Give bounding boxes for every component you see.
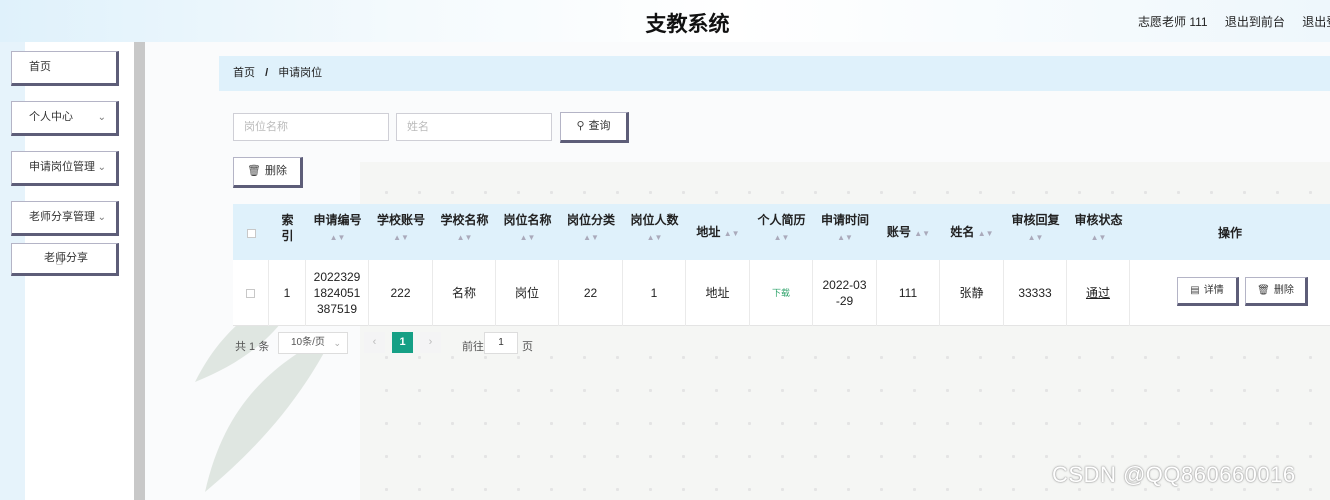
page-number-button[interactable]: 1 bbox=[392, 332, 413, 353]
review-status-link[interactable]: 通过 bbox=[1086, 285, 1110, 301]
resume-download-link[interactable]: 下载 bbox=[772, 285, 790, 301]
col-apply-time[interactable]: 申请时间 ▲▼ bbox=[813, 204, 877, 260]
top-header: 支教系统 志愿老师 111 退出到前台 退出登 bbox=[0, 0, 1330, 42]
cell-review-status: 通过 bbox=[1067, 260, 1130, 326]
watermark: CSDN @QQ860660016 bbox=[1052, 462, 1296, 487]
sort-icon[interactable]: ▲▼ bbox=[433, 230, 496, 246]
col-post-category[interactable]: 岗位分类 ▲▼ bbox=[559, 204, 623, 260]
name-search-input[interactable]: 姓名 bbox=[396, 113, 552, 141]
table-row: 1 20223291824051387519 222 名称 岗位 22 1 地址… bbox=[233, 260, 1330, 326]
row-checkbox[interactable] bbox=[233, 260, 269, 326]
trash-icon: 🗑 bbox=[247, 165, 261, 177]
cell-post-name: 岗位 bbox=[496, 260, 559, 326]
goto-label: 前往 bbox=[462, 341, 484, 353]
col-school-account[interactable]: 学校账号 ▲▼ bbox=[369, 204, 433, 260]
sort-icon[interactable]: ▲▼ bbox=[750, 230, 813, 246]
cell-resume: 下载 bbox=[750, 260, 813, 326]
col-index: 索引 bbox=[281, 213, 294, 243]
breadcrumb-separator: / bbox=[265, 67, 269, 79]
detail-button[interactable]: ▤ 详情 bbox=[1177, 277, 1239, 306]
table-header: 索引 申请编号 ▲▼ 学校账号 ▲▼ 学校名称 ▲▼ 岗位名称 ▲▼ 岗位分类 ▲▼ 岗位… bbox=[233, 204, 1330, 260]
breadcrumb: 首页 / 申请岗位 bbox=[219, 56, 1330, 91]
breadcrumb-current: 申请岗位 bbox=[278, 67, 323, 79]
sort-icon[interactable]: ▲▼ bbox=[496, 230, 559, 246]
app-title: 支教系统 bbox=[645, 12, 730, 36]
sidebar-item-home[interactable]: 首页 bbox=[11, 51, 119, 86]
cell-index: 1 bbox=[269, 260, 306, 326]
mouse-cursor-icon: ☞ bbox=[55, 253, 68, 269]
trash-icon: 🗑 bbox=[1257, 285, 1270, 296]
chevron-down-icon: ⌄ bbox=[97, 212, 106, 223]
col-account[interactable]: 账号 ▲▼ bbox=[877, 204, 940, 260]
cell-address: 地址 bbox=[686, 260, 750, 326]
post-name-search-input[interactable]: 岗位名称 bbox=[233, 113, 389, 141]
sidebar: 首页 个人中心 ⌄ 申请岗位管理 ⌄ 老师分享管理 ⌄ 老师分享 bbox=[0, 42, 136, 500]
logout-link[interactable]: 退出登 bbox=[1302, 15, 1330, 29]
col-review-reply[interactable]: 审核回复 ▲▼ bbox=[1004, 204, 1067, 260]
sidebar-item-personal-center[interactable]: 个人中心 ⌄ bbox=[11, 101, 119, 136]
main-content: 首页 / 申请岗位 岗位名称 姓名 ⚲ 查询 🗑 删除 索引 申请编号 ▲▼ 学校账号… bbox=[145, 42, 1330, 500]
cell-account: 111 bbox=[877, 260, 940, 326]
sidebar-item-label: 申请岗位管理 bbox=[29, 161, 95, 173]
sidebar-item-label: 老师分享管理 bbox=[29, 211, 95, 223]
cell-apply-time: 2022-03-29 bbox=[813, 260, 877, 326]
sort-icon[interactable]: ▲▼ bbox=[559, 230, 623, 246]
col-name[interactable]: 姓名 ▲▼ bbox=[940, 204, 1004, 260]
batch-delete-button[interactable]: 🗑 删除 bbox=[233, 157, 303, 188]
chevron-down-icon: ⌄ bbox=[333, 338, 341, 348]
detail-button-label: 详情 bbox=[1203, 285, 1224, 296]
cell-apply-no: 20223291824051387519 bbox=[306, 260, 369, 326]
cell-post-category: 22 bbox=[559, 260, 623, 326]
next-page-button[interactable]: › bbox=[420, 332, 441, 353]
sort-icon[interactable]: ▲▼ bbox=[978, 229, 994, 238]
batch-delete-label: 删除 bbox=[264, 165, 287, 177]
sort-icon[interactable]: ▲▼ bbox=[914, 229, 930, 238]
sidebar-item-apply-post-management[interactable]: 申请岗位管理 ⌄ bbox=[11, 151, 119, 186]
col-school-name[interactable]: 学校名称 ▲▼ bbox=[433, 204, 496, 260]
query-button[interactable]: ⚲ 查询 bbox=[560, 112, 629, 143]
back-to-front-link[interactable]: 退出到前台 bbox=[1225, 15, 1285, 29]
sidebar-item-label: 首页 bbox=[29, 61, 51, 73]
col-review-status[interactable]: 审核状态 ▲▼ bbox=[1067, 204, 1130, 260]
sort-icon[interactable]: ▲▼ bbox=[724, 229, 740, 238]
query-button-label: 查询 bbox=[588, 120, 611, 132]
cell-name: 张静 bbox=[940, 260, 1004, 326]
col-apply-no[interactable]: 申请编号 ▲▼ bbox=[306, 204, 369, 260]
col-actions: 操作 bbox=[1217, 226, 1242, 240]
sort-icon[interactable]: ▲▼ bbox=[306, 230, 369, 246]
sort-icon[interactable]: ▲▼ bbox=[1004, 230, 1067, 246]
chevron-down-icon: ⌄ bbox=[97, 112, 106, 123]
breadcrumb-home[interactable]: 首页 bbox=[233, 67, 255, 79]
col-post-count[interactable]: 岗位人数 ▲▼ bbox=[623, 204, 686, 260]
cell-school-name: 名称 bbox=[433, 260, 496, 326]
col-resume[interactable]: 个人简历 ▲▼ bbox=[750, 204, 813, 260]
prev-page-button[interactable]: ‹ bbox=[364, 332, 385, 353]
sort-icon[interactable]: ▲▼ bbox=[369, 230, 433, 246]
current-user: 志愿老师 111 bbox=[1138, 15, 1208, 29]
col-post-name[interactable]: 岗位名称 ▲▼ bbox=[496, 204, 559, 260]
row-delete-button[interactable]: 🗑 删除 bbox=[1245, 277, 1308, 306]
cell-school-account: 222 bbox=[369, 260, 433, 326]
cell-review-reply: 33333 bbox=[1004, 260, 1067, 326]
sort-icon[interactable]: ▲▼ bbox=[623, 230, 686, 246]
search-icon: ⚲ bbox=[576, 120, 585, 132]
header-links: 志愿老师 111 退出到前台 退出登 bbox=[1138, 13, 1330, 30]
goto-page-input[interactable]: 1 bbox=[484, 332, 518, 354]
sort-icon[interactable]: ▲▼ bbox=[813, 230, 877, 246]
sort-icon[interactable]: ▲▼ bbox=[1067, 230, 1130, 246]
sidebar-item-teacher-share-management[interactable]: 老师分享管理 ⌄ bbox=[11, 201, 119, 236]
page-size-select[interactable]: 10条/页 ⌄ bbox=[278, 332, 348, 354]
sidebar-item-label: 个人中心 bbox=[29, 111, 73, 123]
pagination-total: 共 1 条 bbox=[235, 341, 270, 353]
cell-post-count: 1 bbox=[623, 260, 686, 326]
chevron-down-icon: ⌄ bbox=[97, 162, 106, 173]
goto-unit: 页 bbox=[522, 341, 533, 353]
select-all-checkbox[interactable] bbox=[233, 204, 269, 260]
col-address[interactable]: 地址 ▲▼ bbox=[686, 204, 750, 260]
row-delete-label: 删除 bbox=[1273, 285, 1294, 296]
page-size-value: 10条/页 bbox=[291, 337, 325, 348]
document-icon: ▤ bbox=[1190, 285, 1200, 296]
sidebar-divider bbox=[134, 42, 145, 500]
